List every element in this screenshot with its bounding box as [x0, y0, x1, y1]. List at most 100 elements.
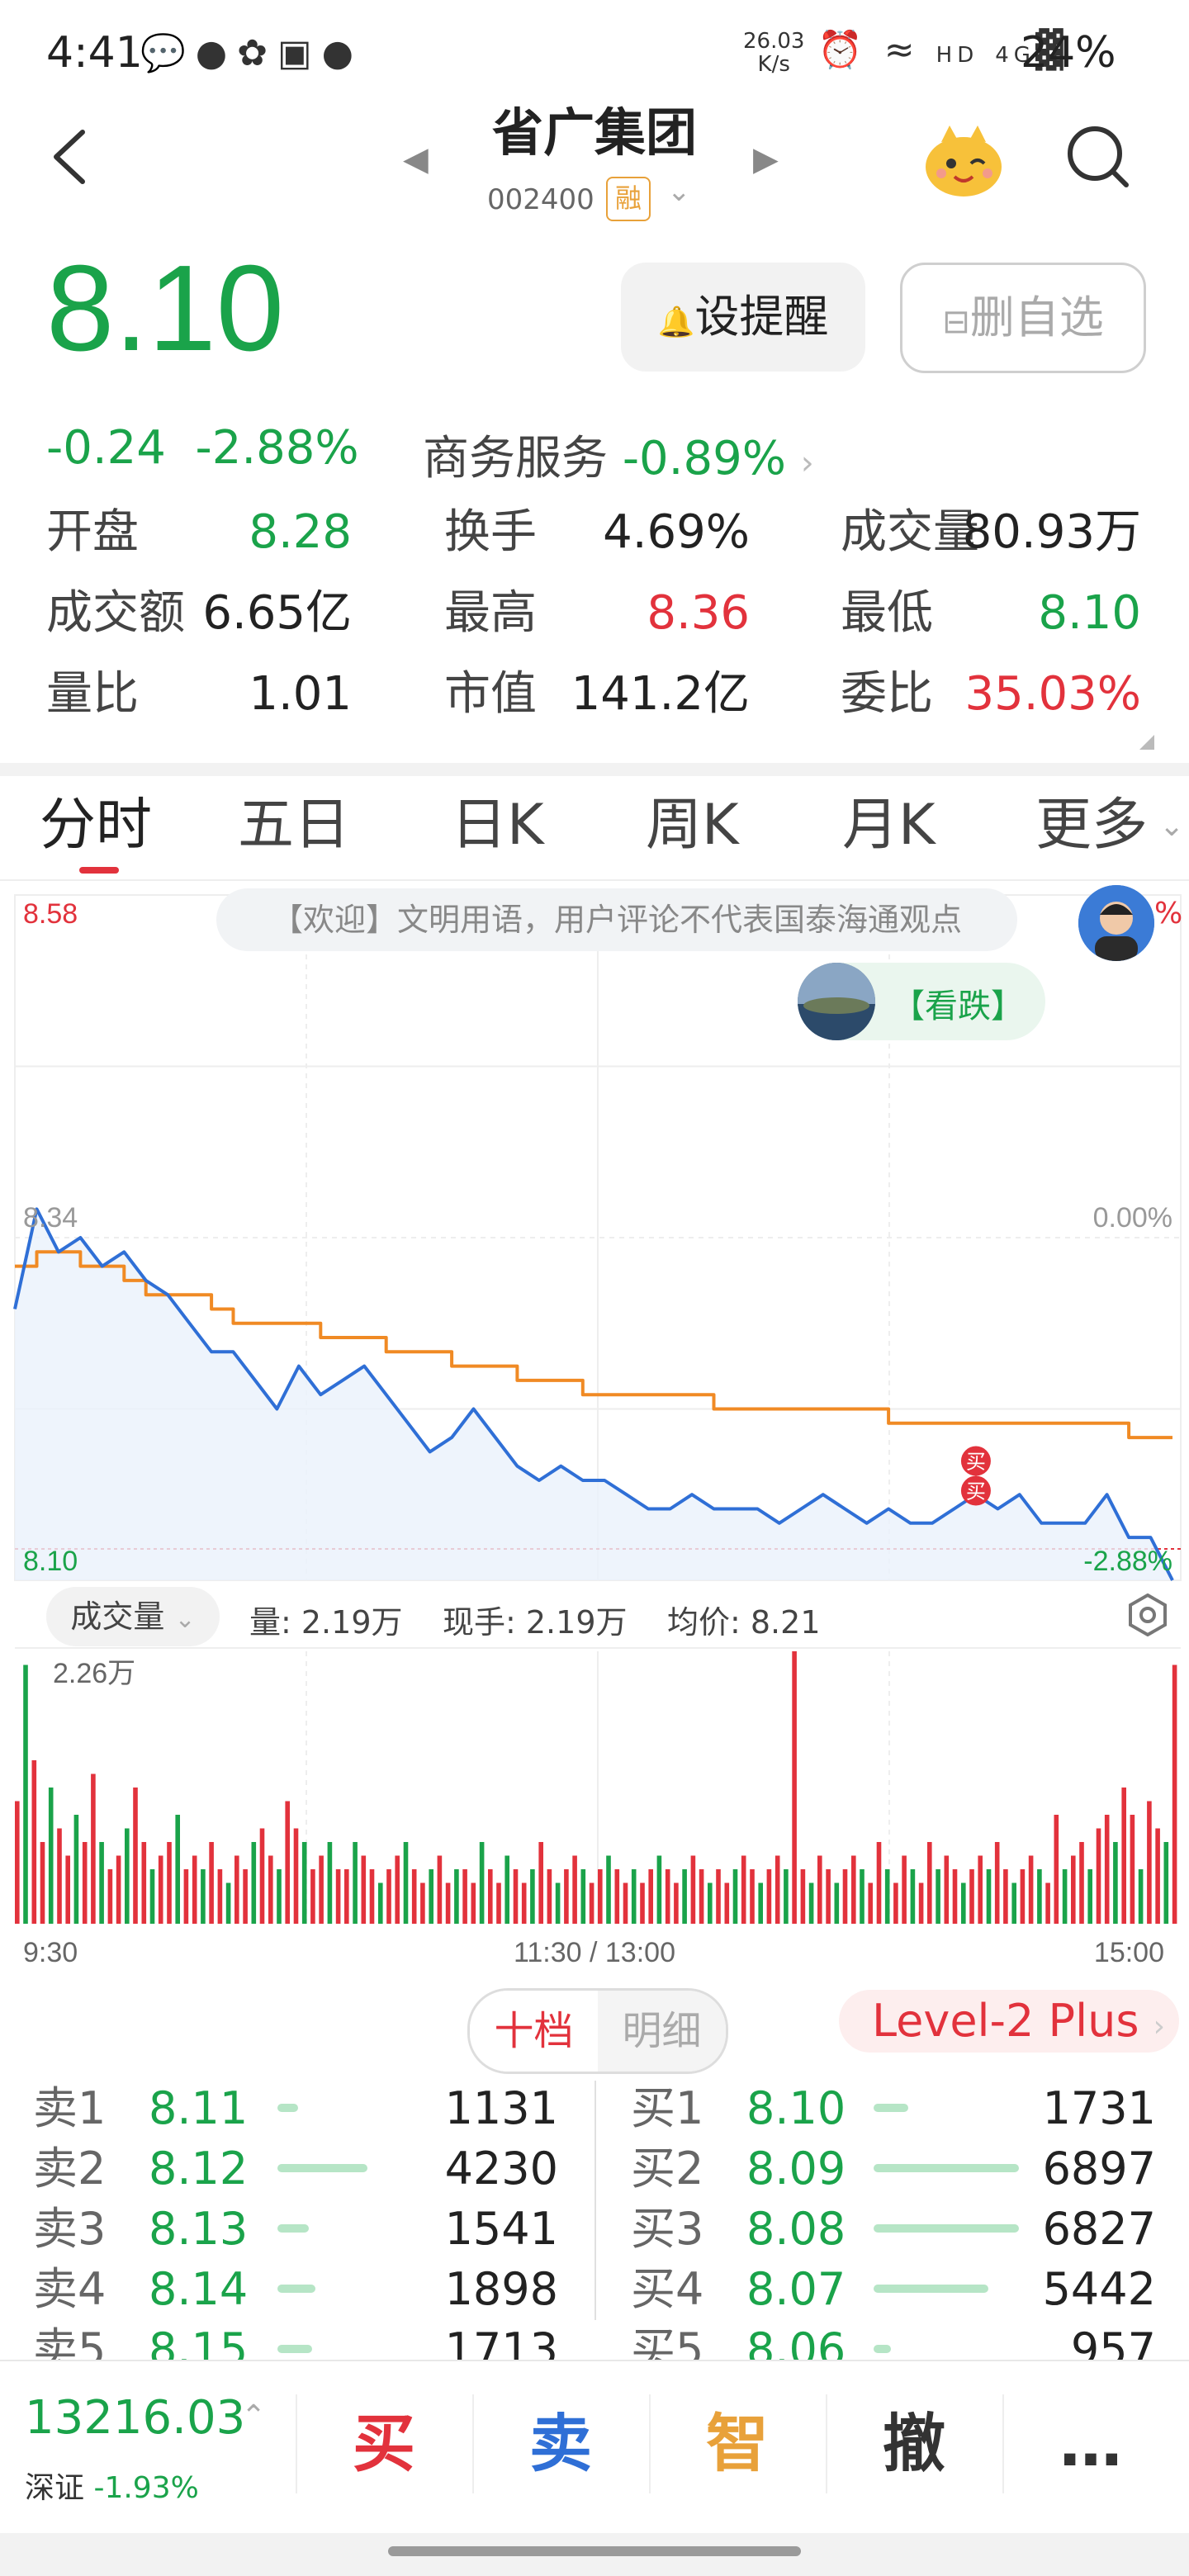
- volume-bar: [183, 1869, 189, 1924]
- volume-bar: [1163, 1842, 1169, 1924]
- divider: [594, 2081, 596, 2320]
- remove-watchlist-button[interactable]: ⊟删自选: [900, 263, 1146, 373]
- commenter-avatar[interactable]: [798, 963, 875, 1040]
- tab-ten-levels[interactable]: 十档: [470, 1991, 598, 2072]
- expand-corner-icon[interactable]: [1139, 735, 1154, 750]
- volume-bar: [614, 1869, 620, 1924]
- smart-button[interactable]: 智: [651, 2394, 824, 2493]
- chevron-down-icon[interactable]: ⌄: [1159, 809, 1184, 843]
- volume-bar: [699, 1869, 704, 1924]
- settings-icon[interactable]: [1126, 1593, 1169, 1637]
- volume-bar: [277, 1869, 282, 1924]
- cancel-order-button[interactable]: 撤: [827, 2394, 1001, 2493]
- volume-bar: [429, 1869, 433, 1924]
- margin-badge: 融: [606, 177, 651, 221]
- stat-label: 成交量: [841, 505, 979, 559]
- volume-bar: [538, 1842, 543, 1924]
- volume-bar: [225, 1882, 231, 1924]
- next-stock-icon[interactable]: ▶: [753, 140, 779, 178]
- search-icon[interactable]: [1065, 124, 1131, 190]
- chevron-down-icon[interactable]: ⌄: [667, 175, 691, 208]
- volume-bar: [209, 1842, 214, 1924]
- volume-bar: [301, 1842, 307, 1924]
- volume-bar: [1003, 1869, 1008, 1924]
- sell-level-qty: 1898: [444, 2263, 558, 2315]
- orderbook-tabs: 十档 明细: [467, 1988, 728, 2074]
- volume-bar: [1045, 1882, 1050, 1924]
- chart-tabs: 分时 五日 日K 周K 月K 更多: [0, 784, 1189, 875]
- sell-level-row[interactable]: 卖4 8.14 1898: [33, 2260, 558, 2319]
- volume-bar: [902, 1855, 907, 1924]
- volume-bar: [1104, 1815, 1110, 1924]
- buy-level-row[interactable]: 买1 8.10 1731: [631, 2079, 1156, 2138]
- volume-bar: [708, 1882, 713, 1924]
- sector-link[interactable]: 商务服务 -0.89% ›: [423, 421, 814, 488]
- volume-bar: [961, 1882, 966, 1924]
- set-alert-button[interactable]: 🔔设提醒: [621, 263, 865, 372]
- sell-level-row[interactable]: 卖2 8.12 4230: [33, 2139, 558, 2199]
- stat-value: 35.03%: [964, 667, 1141, 721]
- price-axis-bottom: 8.10: [23, 1546, 78, 1577]
- indicator-dropdown[interactable]: 成交量 ⌄: [46, 1587, 220, 1646]
- stat-cell: 成交量 80.93万: [841, 495, 1141, 570]
- time-label-start: 9:30: [23, 1937, 78, 1968]
- intraday-chart[interactable]: 买买买8.588.348.100.00%-2.88%2.26万9:3011:30…: [0, 882, 1189, 1988]
- minus-box-icon: ⊟: [942, 303, 970, 341]
- buy-level-price: 8.07: [746, 2263, 846, 2315]
- sell-level-bar: [277, 2285, 316, 2293]
- level2-plus-button[interactable]: Level-2 Plus ›: [839, 1990, 1179, 2053]
- buy-level-label: 买2: [631, 2143, 704, 2195]
- volume-bar: [40, 1842, 45, 1924]
- buy-level-row[interactable]: 买4 8.07 5442: [631, 2260, 1156, 2319]
- home-indicator[interactable]: [388, 2546, 801, 2556]
- buy-level-qty: 1731: [1042, 2082, 1156, 2134]
- stat-cell: 市值 141.2亿: [444, 657, 750, 732]
- tab-5[interactable]: 更多: [1035, 784, 1148, 867]
- buy-button[interactable]: 买: [297, 2394, 471, 2493]
- tab-3[interactable]: 周K: [646, 784, 739, 867]
- chevron-right-icon: ›: [1153, 2010, 1166, 2043]
- tab-1[interactable]: 五日: [238, 784, 350, 867]
- volume-bar: [732, 1869, 738, 1924]
- sell-level-bar: [277, 2345, 312, 2353]
- volume-bar: [335, 1869, 341, 1924]
- stock-code: 002400: [487, 183, 594, 216]
- prev-stock-icon[interactable]: ◀: [403, 140, 429, 178]
- volume-bar: [1096, 1828, 1101, 1924]
- sell-button[interactable]: 卖: [474, 2394, 647, 2493]
- volume-bar: [217, 1869, 223, 1924]
- volume-bar: [1138, 1869, 1144, 1924]
- volume-bar: [817, 1855, 822, 1924]
- commenter-avatar[interactable]: [1078, 885, 1154, 961]
- stat-label: 市值: [444, 667, 537, 721]
- volume-axis-max: 2.26万: [53, 1658, 135, 1689]
- volume-bar: [1020, 1869, 1026, 1924]
- back-icon[interactable]: [46, 124, 96, 190]
- sell-level-row[interactable]: 卖3 8.13 1541: [33, 2200, 558, 2259]
- volume-bar: [158, 1855, 163, 1924]
- tab-4[interactable]: 月K: [842, 784, 936, 867]
- volume-bar: [978, 1855, 983, 1924]
- buy-level-bar: [874, 2224, 1020, 2233]
- volume-bar: [496, 1882, 501, 1924]
- stat-label: 最高: [444, 586, 537, 640]
- volume-bar: [598, 1869, 603, 1924]
- more-button[interactable]: …: [1004, 2394, 1177, 2493]
- wifi-icon: ≈: [883, 29, 920, 71]
- volume-bar: [395, 1855, 400, 1924]
- volume-bar: [665, 1869, 670, 1924]
- sell-level-label: 卖4: [33, 2263, 107, 2315]
- tab-2[interactable]: 日K: [451, 784, 544, 867]
- buy-level-row[interactable]: 买2 8.09 6897: [631, 2139, 1156, 2199]
- volume-bar: [403, 1842, 409, 1924]
- stat-value: 8.28: [249, 505, 352, 559]
- tab-details[interactable]: 明细: [598, 1991, 726, 2072]
- tab-0[interactable]: 分时: [40, 784, 152, 867]
- sell-level-row[interactable]: 卖1 8.11 1131: [33, 2079, 558, 2138]
- sell-level-qty: 1541: [444, 2203, 558, 2255]
- volume-bar: [884, 1869, 890, 1924]
- buy-level-row[interactable]: 买3 8.08 6827: [631, 2200, 1156, 2259]
- volume-bar: [1130, 1815, 1135, 1924]
- volume-bar: [572, 1855, 577, 1924]
- mascot-icon[interactable]: [923, 124, 1004, 198]
